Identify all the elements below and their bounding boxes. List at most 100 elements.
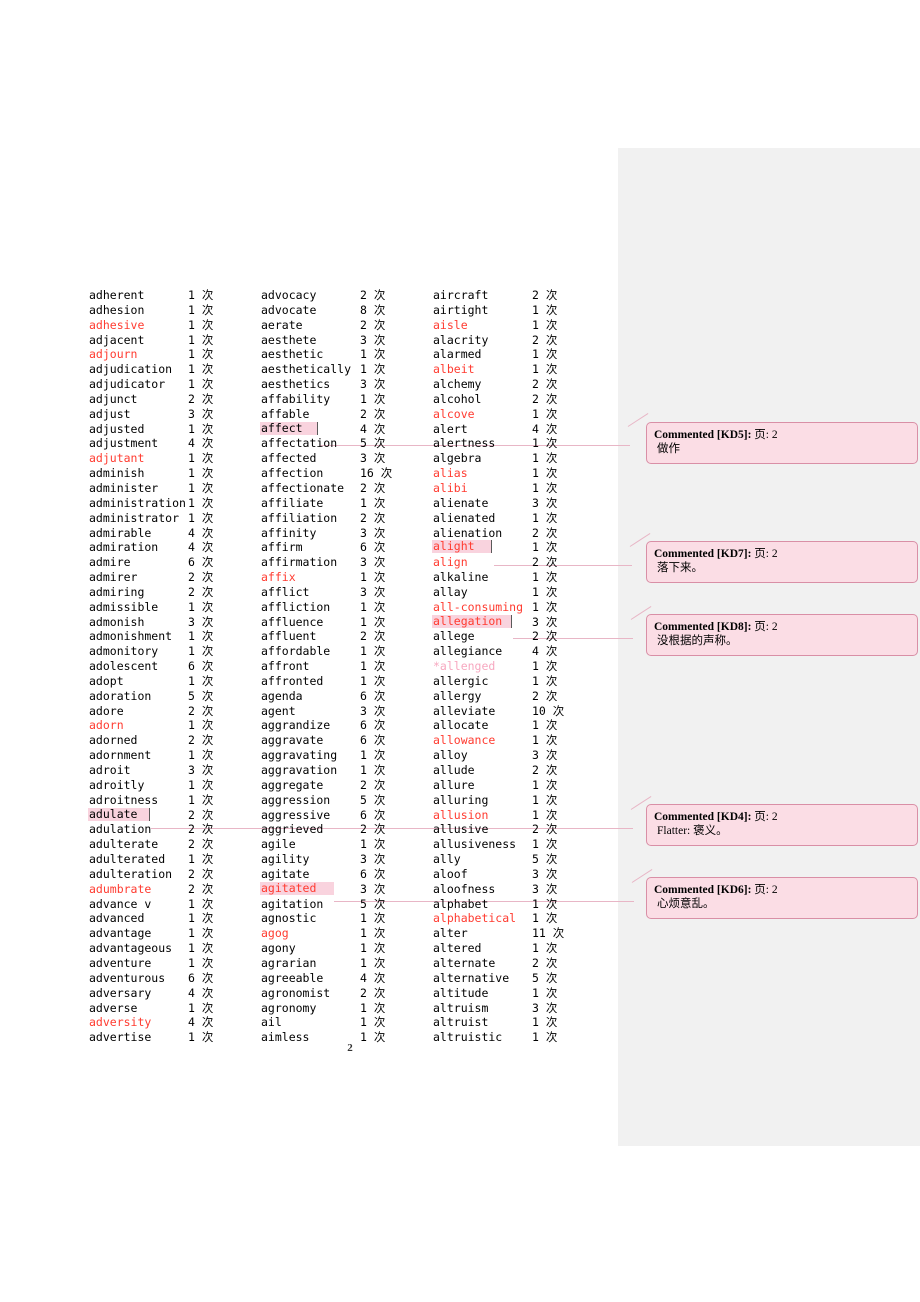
vocab-count: 5 次: [532, 970, 558, 985]
vocab-term: alert: [433, 421, 468, 436]
vocab-row: adorn 1 次: [88, 718, 260, 733]
vocab-row: agitation 5 次: [260, 897, 432, 912]
vocab-row-commented-KD6[interactable]: agitated 3 次: [260, 881, 432, 897]
vocab-term: agrarian: [261, 955, 317, 970]
comment-balloon-KD8[interactable]: Commented [KD8]: 页: 2 没根据的声称。: [646, 614, 918, 656]
vocab-term: adversary: [89, 985, 152, 1000]
vocab-row-commented-KD8[interactable]: allegation 3 次: [432, 614, 588, 630]
vocab-term: affliction: [261, 599, 331, 614]
vocab-row-commented-KD7[interactable]: alight 1 次: [432, 540, 588, 555]
vocab-term: adhesive: [89, 317, 145, 332]
vocab-term: agility: [261, 852, 310, 867]
vocab-row: alleviate 10 次: [432, 704, 588, 719]
vocab-row: advance v 1 次: [88, 897, 260, 912]
vocab-count: 1 次: [532, 807, 558, 822]
vocab-count: 6 次: [360, 866, 386, 881]
vocab-count: 1 次: [532, 584, 558, 599]
vocab-row: adore 2 次: [88, 704, 260, 719]
vocab-count: 1 次: [532, 480, 558, 495]
vocab-row: alias 1 次: [432, 466, 588, 481]
vocab-term: alienation: [433, 525, 503, 540]
vocab-row: alcohol 2 次: [432, 392, 588, 407]
vocab-term: agile: [261, 837, 296, 852]
vocab-count: 1 次: [532, 406, 558, 421]
vocab-term: altruistic: [433, 1030, 503, 1045]
vocab-row: ally 5 次: [432, 852, 588, 867]
vocab-term: alcove: [433, 406, 475, 421]
vocab-count: 4 次: [360, 421, 386, 436]
vocab-count: 1 次: [188, 377, 214, 392]
vocab-row: afflict 3 次: [260, 585, 432, 600]
vocab-row: affront 1 次: [260, 659, 432, 674]
vocabulary-table: adherent 1 次 adhesion 1 次 adhesive 1 次 adja…: [88, 288, 588, 1045]
vocab-count: 1 次: [532, 451, 558, 466]
comment-balloon-KD5[interactable]: Commented [KD5]: 页: 2 做作: [646, 422, 918, 464]
vocab-row: affection 16 次: [260, 466, 432, 481]
vocab-row: administration 1 次: [88, 496, 260, 511]
vocab-row: aesthetics 3 次: [260, 377, 432, 392]
vocab-row: agony 1 次: [260, 941, 432, 956]
vocab-term: algebra: [433, 451, 482, 466]
vocab-row: adventure 1 次: [88, 956, 260, 971]
vocab-row: alter 11 次: [432, 926, 588, 941]
vocab-count: 1 次: [532, 733, 558, 748]
vocab-count: 2 次: [532, 391, 558, 406]
vocab-row: alternative 5 次: [432, 971, 588, 986]
vocab-term: ail: [261, 1015, 282, 1030]
comment-label: Commented [KD5]:: [654, 429, 752, 441]
vocab-row: affix 1 次: [260, 570, 432, 585]
vocab-term: adjourn: [89, 347, 138, 362]
vocab-term: alertness: [433, 436, 496, 451]
vocab-row: alphabetical 1 次: [432, 911, 588, 926]
vocab-term: alloy: [433, 748, 468, 763]
vocab-count: 1 次: [188, 792, 214, 807]
vocab-term: affiliation: [261, 510, 338, 525]
vocab-count: 1 次: [360, 644, 386, 659]
comment-header: Commented [KD8]: 页: 2: [654, 620, 910, 634]
vocab-term: aggravating: [261, 748, 338, 763]
vocab-count: 1 次: [360, 941, 386, 956]
comment-highlight-affect[interactable]: affect: [260, 421, 318, 435]
comment-balloon-KD4[interactable]: Commented [KD4]: 页: 2 Flatter: 褒义。: [646, 804, 918, 846]
vocab-row: aloofness 3 次: [432, 882, 588, 897]
vocab-row-commented-KD4[interactable]: adulate 2 次: [88, 807, 260, 823]
vocab-count: 1 次: [360, 391, 386, 406]
comment-balloon-KD7[interactable]: Commented [KD7]: 页: 2 落下来。: [646, 541, 918, 583]
vocab-term: admire: [89, 555, 131, 570]
vocab-row: agronomist 2 次: [260, 986, 432, 1001]
vocab-count: 1 次: [360, 926, 386, 941]
vocab-row: adjudicator 1 次: [88, 377, 260, 392]
vocab-count: 2 次: [532, 688, 558, 703]
comment-text: 没根据的声称。: [657, 635, 738, 647]
vocab-term: affluent: [261, 629, 317, 644]
vocab-term: admirable: [89, 525, 152, 540]
vocab-term: agog: [261, 926, 289, 941]
comment-balloon-KD6[interactable]: Commented [KD6]: 页: 2 心烦意乱。: [646, 877, 918, 919]
vocab-count: 1 次: [360, 673, 386, 688]
vocab-term: aggrieved: [261, 822, 324, 837]
vocab-term: alacrity: [433, 332, 489, 347]
comment-highlight-alight[interactable]: alight: [432, 540, 492, 554]
vocab-row: adhesion 1 次: [88, 303, 260, 318]
vocab-row: alarmed 1 次: [432, 347, 588, 362]
vocab-row: adverse 1 次: [88, 1001, 260, 1016]
comment-highlight-agitated[interactable]: agitated: [260, 881, 334, 895]
vocab-row: adversity 4 次: [88, 1015, 260, 1030]
vocab-row: affluent 2 次: [260, 629, 432, 644]
vocab-count: 3 次: [360, 584, 386, 599]
vocab-term: administer: [89, 480, 159, 495]
vocab-term: aggression: [261, 792, 331, 807]
vocab-row: allergic 1 次: [432, 674, 588, 689]
comment-highlight-adulate[interactable]: adulate: [88, 807, 150, 821]
vocab-count: 2 次: [532, 955, 558, 970]
vocab-row: ail 1 次: [260, 1015, 432, 1030]
vocab-count: 1 次: [532, 466, 558, 481]
vocab-row: allowance 1 次: [432, 733, 588, 748]
vocab-term: adumbrate: [89, 881, 152, 896]
vocab-count: 1 次: [188, 302, 214, 317]
vocab-row-commented-KD5[interactable]: affect 4 次: [260, 421, 432, 437]
comment-highlight-allegation[interactable]: allegation: [432, 614, 512, 628]
vocab-row: adjust 3 次: [88, 407, 260, 422]
vocab-row: adroit 3 次: [88, 763, 260, 778]
vocab-term: adulterated: [89, 852, 166, 867]
